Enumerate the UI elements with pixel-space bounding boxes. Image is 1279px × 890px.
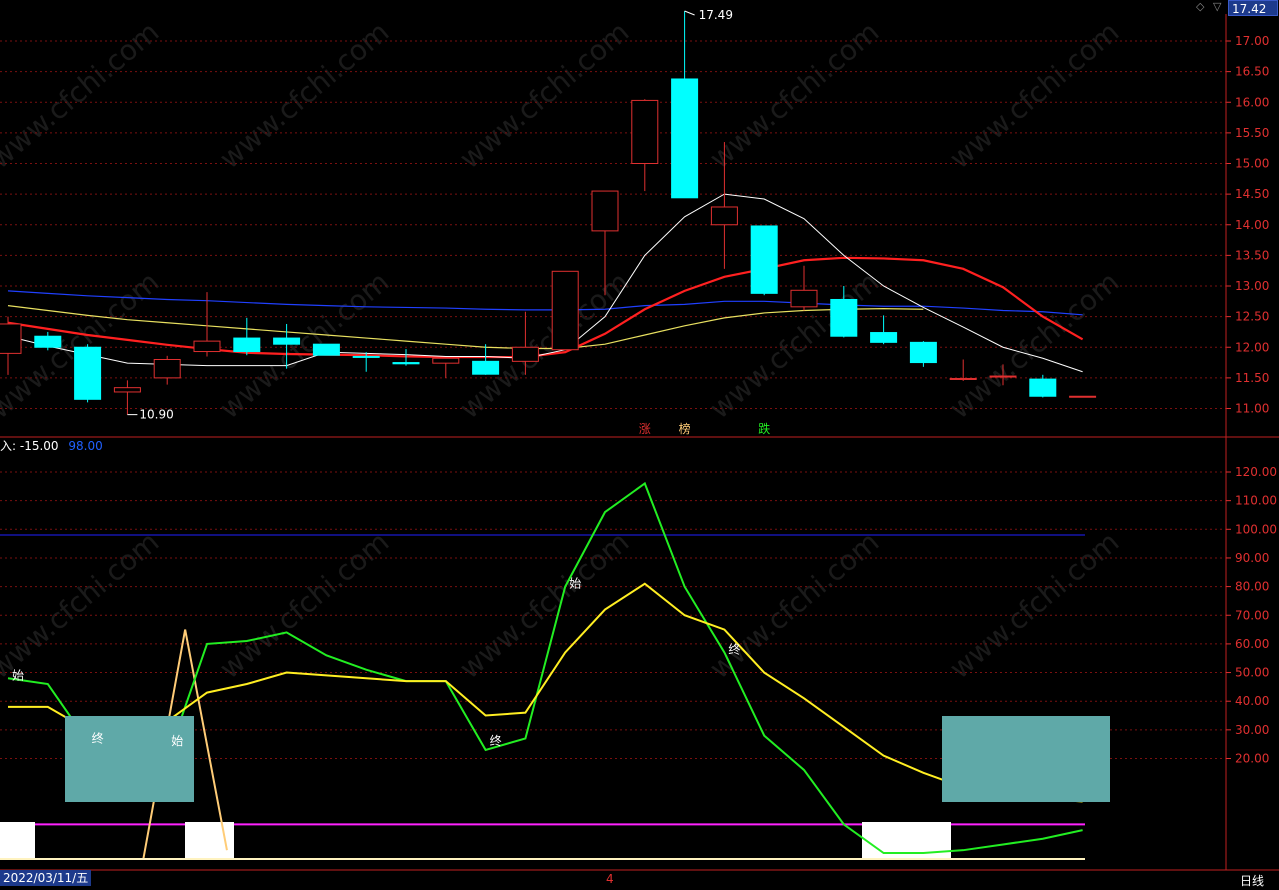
- triangle-icon: ▽: [1213, 0, 1222, 13]
- ind-tick-label: 90.00: [1235, 551, 1269, 565]
- candle-body-up: [153, 359, 181, 379]
- candle-body-up: [511, 346, 539, 362]
- ind-tick-label: 40.00: [1235, 694, 1269, 708]
- teal-box: [942, 716, 1110, 802]
- period-label[interactable]: 日线: [1240, 872, 1264, 889]
- price-tick-label: 13.00: [1235, 279, 1269, 293]
- ind-tick-label: 60.00: [1235, 637, 1269, 651]
- candle-body-down: [750, 225, 778, 294]
- watermark-text: www.cfchi.com: [453, 15, 635, 175]
- candle-body-up: [631, 99, 659, 164]
- candle-body-down: [273, 337, 301, 345]
- price-tick-label: 16.00: [1235, 95, 1269, 109]
- candle-body-down: [472, 360, 500, 375]
- candle-body-down: [671, 78, 699, 199]
- ind-tick-label: 20.00: [1235, 752, 1269, 766]
- signal-label: 终: [490, 733, 502, 748]
- candle-body-down: [34, 335, 62, 348]
- price-tick-label: 15.00: [1235, 157, 1269, 171]
- price-tick-label: 13.50: [1235, 248, 1269, 262]
- candle-body-down: [233, 337, 261, 353]
- ind-tick-label: 50.00: [1235, 666, 1269, 680]
- status-center: 4: [606, 872, 614, 886]
- price-box-value: 17.42: [1232, 2, 1267, 16]
- candle-body-up: [591, 190, 619, 232]
- watermark-text: www.cfchi.com: [703, 265, 885, 425]
- chart-stage: www.cfchi.com www.cfchi.com www.cfchi.com w…: [0, 0, 1279, 886]
- signal-label: 终: [728, 641, 740, 656]
- low-label: 10.90: [139, 408, 173, 422]
- price-tick-label: 11.50: [1235, 371, 1269, 385]
- price-tick-label: 15.50: [1235, 126, 1269, 140]
- price-tick-label: 14.50: [1235, 187, 1269, 201]
- candle-body-down: [312, 343, 340, 356]
- candle-body-down: [392, 362, 420, 365]
- candle-body-up: [551, 270, 579, 351]
- diamond-icon: ◇: [1196, 0, 1205, 13]
- ind-tick-label: 120.00: [1235, 465, 1277, 479]
- signal-marker: 涨: [639, 421, 651, 436]
- watermark-text: www.cfchi.com: [453, 265, 635, 425]
- watermark-text: www.cfchi.com: [0, 525, 165, 685]
- signal-marker: 跌: [758, 421, 770, 436]
- high-pointer: [684, 10, 695, 16]
- signal-label: 始: [12, 668, 24, 682]
- watermark-text: www.cfchi.com: [453, 525, 635, 685]
- price-tick-label: 14.00: [1235, 218, 1269, 232]
- watermark-text: www.cfchi.com: [943, 525, 1125, 685]
- ind-tick-label: 110.00: [1235, 494, 1277, 508]
- watermark-text: www.cfchi.com: [703, 15, 885, 175]
- watermark-text: www.cfchi.com: [943, 265, 1125, 425]
- candle-body-down: [352, 355, 380, 358]
- watermark-text: www.cfchi.com: [213, 15, 395, 175]
- status-center-text: 4: [606, 872, 614, 886]
- candle-body-up: [193, 340, 221, 353]
- signal-label: 始: [171, 734, 183, 748]
- watermark-text: www.cfchi.com: [703, 525, 885, 685]
- candle-body-down: [870, 332, 898, 343]
- candle-body-down: [74, 346, 102, 400]
- candle-body-up: [949, 377, 977, 380]
- watermark-text: www.cfchi.com: [943, 15, 1125, 175]
- white-block: [0, 822, 35, 859]
- candle-body-down: [1029, 378, 1057, 397]
- price-tick-label: 12.00: [1235, 340, 1269, 354]
- white-block: [185, 822, 234, 859]
- ind-tick-label: 80.00: [1235, 580, 1269, 594]
- signal-label: 终: [92, 730, 104, 745]
- watermark-text: www.cfchi.com: [213, 525, 395, 685]
- price-tick-label: 16.50: [1235, 65, 1269, 79]
- price-box: 17.42: [1228, 0, 1278, 16]
- signal-label: 始: [569, 577, 581, 591]
- candle-body-up: [0, 323, 22, 354]
- signal-marker: 榜: [679, 421, 691, 436]
- teal-box: [65, 716, 194, 802]
- candle-body-up: [989, 375, 1017, 378]
- candle-body-up: [113, 387, 141, 393]
- watermark-text: www.cfchi.com: [0, 15, 165, 175]
- price-tick-label: 11.00: [1235, 402, 1269, 416]
- price-tick-label: 12.50: [1235, 310, 1269, 324]
- watermark-text: www.cfchi.com: [0, 265, 165, 425]
- ind-tick-label: 100.00: [1235, 522, 1277, 536]
- stock-chart[interactable]: www.cfchi.com www.cfchi.com www.cfchi.com w…: [0, 0, 1279, 886]
- candle-body-up: [790, 289, 818, 308]
- date-text: 2022/03/11/五: [3, 871, 89, 885]
- high-label: 17.49: [699, 8, 733, 22]
- ind-tick-label: 30.00: [1235, 723, 1269, 737]
- indicator-value2: 98.00: [68, 439, 103, 453]
- date-box[interactable]: 2022/03/11/五: [0, 870, 92, 886]
- candle-body-down: [830, 298, 858, 337]
- candle-body-down: [909, 341, 937, 364]
- candle-body-up: [432, 357, 460, 364]
- ma60-line: [7, 290, 1083, 316]
- candle-body-up: [1069, 395, 1097, 398]
- indicator-prefix: 入: -15.00: [0, 439, 59, 453]
- ind-tick-label: 70.00: [1235, 608, 1269, 622]
- indicator-label: 入: -15.00 98.00: [0, 437, 103, 454]
- price-tick-label: 17.00: [1235, 34, 1269, 48]
- candle-body-up: [710, 206, 738, 226]
